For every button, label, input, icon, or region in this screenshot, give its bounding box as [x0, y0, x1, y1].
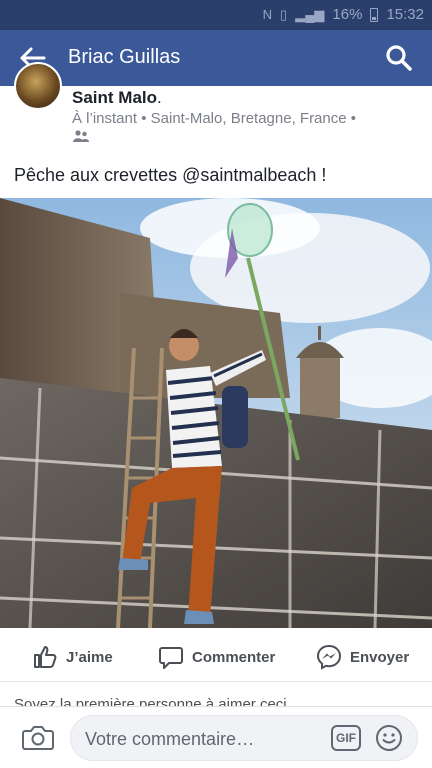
like-button[interactable]: J’aime	[32, 644, 113, 670]
status-icons: N ▯ ▂▄▆ 16% 15:32	[263, 6, 424, 23]
meta-separator: •	[350, 110, 357, 127]
page-title: Briac Guillas	[68, 46, 181, 68]
meta-separator: •	[141, 110, 147, 127]
action-bar: J’aime Commenter Envoyer	[0, 632, 432, 682]
messenger-icon	[316, 644, 342, 670]
friends-audience-icon	[73, 130, 89, 142]
likes-summary: Soyez la première personne à aimer ceci	[14, 696, 287, 706]
comment-bar: Votre commentaire… GIF	[0, 706, 432, 768]
signal-icon: ▂▄▆	[295, 6, 325, 22]
post-meta: À l’instant • Saint-Malo, Bretagne, Fran…	[72, 110, 356, 127]
emoji-icon[interactable]	[375, 724, 403, 752]
post-header: Saint Malo. À l’instant • Saint-Malo, Br…	[0, 62, 432, 150]
like-label: J’aime	[66, 648, 113, 666]
comment-input[interactable]: Votre commentaire… GIF	[70, 715, 418, 761]
avatar[interactable]	[14, 62, 62, 110]
photo-illustration	[0, 198, 432, 628]
status-bar: N ▯ ▂▄▆ 16% 15:32	[0, 0, 432, 30]
thumbs-up-icon	[34, 646, 57, 668]
nfc-icon: N	[262, 7, 273, 22]
gif-button[interactable]: GIF	[331, 725, 361, 751]
battery-level: 16%	[332, 6, 363, 23]
post-caption: Pêche aux crevettes @saintmalbeach !	[14, 165, 327, 185]
post-location[interactable]: Saint-Malo, Bretagne, France	[151, 110, 347, 127]
post-author[interactable]: Saint Malo.	[72, 88, 162, 108]
author-name[interactable]: Saint Malo	[72, 88, 157, 107]
post-photo[interactable]	[0, 198, 432, 628]
search-icon[interactable]	[384, 43, 414, 73]
comment-button[interactable]: Commenter	[158, 644, 275, 670]
send-button[interactable]: Envoyer	[316, 644, 409, 670]
app-bar: Briac Guillas	[0, 30, 432, 86]
comment-placeholder: Votre commentaire…	[85, 729, 255, 749]
post-time[interactable]: À l’instant	[72, 110, 137, 127]
battery-icon	[370, 7, 379, 22]
vibrate-icon: ▯	[280, 6, 288, 22]
camera-icon[interactable]	[22, 723, 54, 751]
send-label: Envoyer	[350, 648, 410, 666]
author-suffix: .	[157, 88, 162, 107]
clock: 15:32	[386, 6, 424, 23]
comment-label: Commenter	[192, 648, 276, 666]
comment-bubble-icon	[159, 647, 183, 669]
